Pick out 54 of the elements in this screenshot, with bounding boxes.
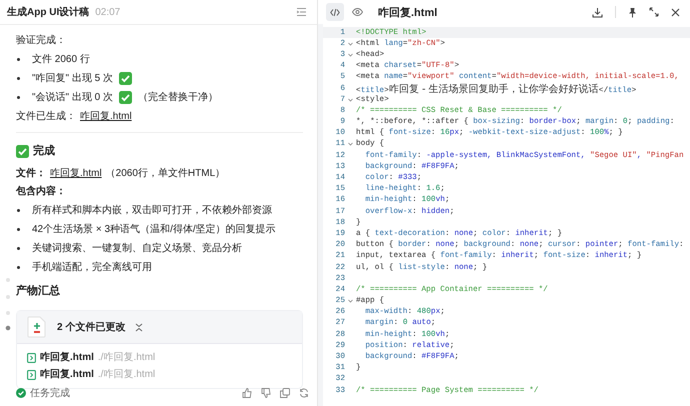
file-label: 文件已生成： — [16, 110, 76, 124]
bullet-text: "咋回复" 出现 5 次 — [32, 72, 113, 86]
thumbs-up-button[interactable] — [242, 388, 252, 398]
file-icon — [27, 370, 36, 380]
code-view-tab[interactable] — [326, 3, 344, 21]
step-dots-icon — [5, 277, 11, 331]
close-icon — [671, 8, 680, 16]
fold-chevron-icon[interactable] — [348, 142, 353, 146]
copy-button[interactable] — [280, 388, 290, 398]
file-note: （2060行，单文件HTML） — [106, 166, 226, 181]
refresh-button[interactable] — [299, 388, 309, 398]
bullet-text: 文件 2060 行 — [32, 52, 90, 67]
changed-files-summary: 2 个文件已更改 — [57, 320, 126, 334]
bullet-note: （完全替换干净） — [138, 90, 218, 105]
list-icon — [296, 7, 307, 17]
chat-title: 生成App UI设计稿 — [7, 6, 90, 19]
download-icon — [592, 6, 603, 18]
fold-chevron-icon[interactable] — [348, 299, 353, 304]
bullet-text: 关键词搜索、一键复制、自定义场景、竞品分析 — [32, 242, 242, 256]
section-heading: 完成 — [33, 144, 55, 159]
pin-icon — [628, 6, 637, 18]
refresh-icon — [299, 388, 309, 398]
expand-icon — [649, 7, 659, 17]
file-link[interactable]: 咋回复.html — [50, 164, 102, 183]
copy-icon — [280, 388, 290, 398]
file-name[interactable]: 咋回复.html — [40, 349, 94, 366]
bullet-text: 手机端适配，完全离线可用 — [32, 260, 152, 275]
paragraph-text: 验证完成： — [16, 34, 66, 48]
fold-chevron-icon[interactable] — [348, 42, 353, 46]
file-title: 咋回复.html — [378, 6, 438, 20]
status-text: 任务完成 — [30, 386, 70, 400]
thumbs-down-button[interactable] — [261, 388, 271, 398]
expand-toggle-button[interactable] — [135, 322, 144, 332]
sidebar-toggle-button[interactable] — [296, 7, 307, 17]
bullet-text: "会说话" 出现 0 次 — [32, 90, 113, 105]
file-icon — [27, 352, 36, 362]
file-link[interactable]: 咋回复.html — [80, 107, 132, 126]
paragraph-text: 包含内容： — [16, 184, 66, 199]
section-heading: 产物汇总 — [16, 284, 60, 299]
bullet-text: 所有样式和脚本内嵌，双击即可打开，不依赖外部资源 — [32, 204, 272, 218]
file-add-icon — [27, 316, 47, 338]
thumbs-down-icon — [261, 388, 271, 398]
file-label: 文件： — [16, 166, 46, 181]
fold-chevron-icon[interactable] — [348, 52, 353, 57]
eye-icon — [352, 8, 362, 16]
file-path: ./咋回复.html — [98, 368, 156, 382]
bullet-text: 42个生活场景 × 3种语气（温和/得体/坚定）的回复提示 — [32, 222, 276, 237]
file-path: ./咋回复.html — [98, 351, 156, 365]
file-name[interactable]: 咋回复.html — [40, 366, 94, 383]
thumbs-up-icon — [242, 388, 252, 398]
chevrons-icon — [135, 322, 144, 332]
chat-time: 02:07 — [95, 6, 120, 18]
fold-chevron-icon[interactable] — [348, 98, 353, 102]
code-icon — [330, 8, 340, 16]
